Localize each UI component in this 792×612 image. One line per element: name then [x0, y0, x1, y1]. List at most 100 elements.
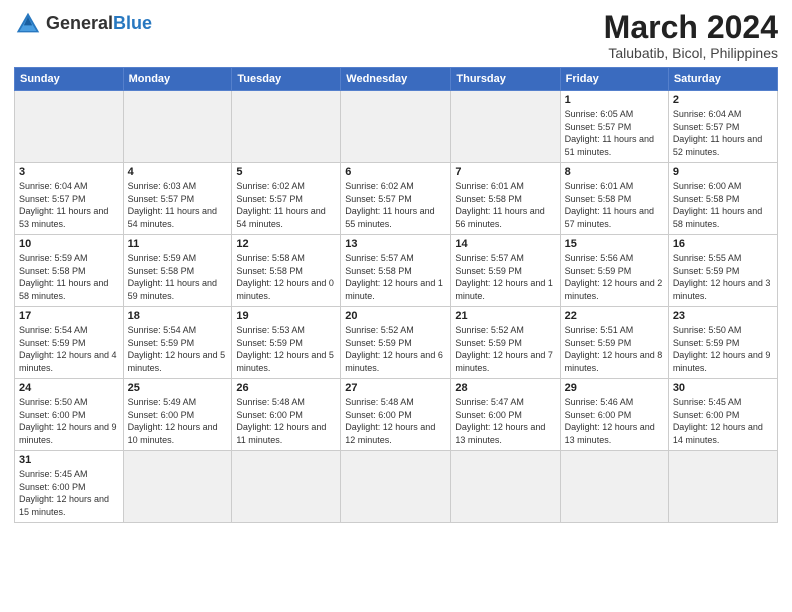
calendar-cell: 1 Sunrise: 6:05 AM Sunset: 5:57 PM Daylig…: [560, 91, 668, 163]
calendar-cell: 25Sunrise: 5:49 AM Sunset: 6:00 PM Dayli…: [123, 379, 232, 451]
title-block: March 2024 Talubatib, Bicol, Philippines: [604, 10, 778, 61]
day-info: Sunrise: 5:58 AM Sunset: 5:58 PM Dayligh…: [236, 252, 336, 302]
day-number: 28: [455, 382, 555, 394]
day-number: 31: [19, 454, 119, 466]
day-info: Sunrise: 5:51 AM Sunset: 5:59 PM Dayligh…: [565, 324, 664, 374]
day-info: Sunrise: 5:49 AM Sunset: 6:00 PM Dayligh…: [128, 396, 228, 446]
calendar-cell: 20 Sunrise: 5:52 AM Sunset: 5:59 PM Dayli…: [341, 307, 451, 379]
weekday-header-wednesday: Wednesday: [341, 68, 451, 91]
calendar-cell: 16Sunrise: 5:55 AM Sunset: 5:59 PM Dayli…: [668, 235, 777, 307]
day-info: Sunrise: 5:57 AM Sunset: 5:58 PM Dayligh…: [345, 252, 446, 302]
calendar-cell: 27Sunrise: 5:48 AM Sunset: 6:00 PM Dayli…: [341, 379, 451, 451]
day-number: 29: [565, 382, 664, 394]
day-number: 14: [455, 238, 555, 250]
day-info: Sunrise: 5:59 AM Sunset: 5:58 PM Dayligh…: [128, 252, 228, 302]
day-number: 12: [236, 238, 336, 250]
day-info: Sunrise: 5:54 AM Sunset: 5:59 PM Dayligh…: [128, 324, 228, 374]
calendar-table: SundayMondayTuesdayWednesdayThursdayFrid…: [14, 67, 778, 523]
weekday-header-tuesday: Tuesday: [232, 68, 341, 91]
day-info: Sunrise: 6:01 AM Sunset: 5:58 PM Dayligh…: [565, 180, 664, 230]
day-info: Sunrise: 5:52 AM Sunset: 5:59 PM Dayligh…: [345, 324, 446, 374]
day-info: Sunrise: 6:02 AM Sunset: 5:57 PM Dayligh…: [345, 180, 446, 230]
calendar-cell: 11 Sunrise: 5:59 AM Sunset: 5:58 PM Dayli…: [123, 235, 232, 307]
calendar-cell: 2 Sunrise: 6:04 AM Sunset: 5:57 PM Daylig…: [668, 91, 777, 163]
calendar-cell: [341, 91, 451, 163]
calendar-cell: 13 Sunrise: 5:57 AM Sunset: 5:58 PM Dayli…: [341, 235, 451, 307]
calendar-week-3: 10 Sunrise: 5:59 AM Sunset: 5:58 PM Dayli…: [15, 235, 778, 307]
day-info: Sunrise: 5:48 AM Sunset: 6:00 PM Dayligh…: [236, 396, 336, 446]
day-number: 6: [345, 166, 446, 178]
calendar-cell: 17Sunrise: 5:54 AM Sunset: 5:59 PM Dayli…: [15, 307, 124, 379]
calendar-cell: [123, 91, 232, 163]
calendar-cell: [560, 451, 668, 523]
calendar-cell: 10Sunrise: 5:59 AM Sunset: 5:58 PM Dayli…: [15, 235, 124, 307]
day-number: 23: [673, 310, 773, 322]
day-number: 3: [19, 166, 119, 178]
weekday-header-friday: Friday: [560, 68, 668, 91]
calendar-cell: 28Sunrise: 5:47 AM Sunset: 6:00 PM Dayli…: [451, 379, 560, 451]
day-number: 20: [345, 310, 446, 322]
calendar-cell: 3 Sunrise: 6:04 AM Sunset: 5:57 PM Daylig…: [15, 163, 124, 235]
logo-blue: Blue: [113, 13, 152, 33]
day-info: Sunrise: 5:55 AM Sunset: 5:59 PM Dayligh…: [673, 252, 773, 302]
day-info: Sunrise: 5:50 AM Sunset: 5:59 PM Dayligh…: [673, 324, 773, 374]
day-number: 4: [128, 166, 228, 178]
day-number: 10: [19, 238, 119, 250]
header: GeneralBlue March 2024 Talubatib, Bicol,…: [14, 10, 778, 61]
day-number: 30: [673, 382, 773, 394]
day-info: Sunrise: 5:46 AM Sunset: 6:00 PM Dayligh…: [565, 396, 664, 446]
calendar-week-6: 31 Sunrise: 5:45 AM Sunset: 6:00 PM Dayli…: [15, 451, 778, 523]
calendar-cell: [232, 451, 341, 523]
calendar-cell: 22 Sunrise: 5:51 AM Sunset: 5:59 PM Dayli…: [560, 307, 668, 379]
day-number: 26: [236, 382, 336, 394]
calendar-cell: 15Sunrise: 5:56 AM Sunset: 5:59 PM Dayli…: [560, 235, 668, 307]
day-info: Sunrise: 6:04 AM Sunset: 5:57 PM Dayligh…: [673, 108, 773, 158]
day-number: 22: [565, 310, 664, 322]
calendar-cell: [668, 451, 777, 523]
calendar-cell: [232, 91, 341, 163]
calendar-week-4: 17 Sunrise: 5:54 AM Sunset: 5:59 PM Dayli…: [15, 307, 778, 379]
weekday-header-thursday: Thursday: [451, 68, 560, 91]
calendar-cell: 24 Sunrise: 5:50 AM Sunset: 6:00 PM Dayli…: [15, 379, 124, 451]
day-info: Sunrise: 6:05 AM Sunset: 5:57 PM Dayligh…: [565, 108, 664, 158]
calendar-cell: 30Sunrise: 5:45 AM Sunset: 6:00 PM Dayli…: [668, 379, 777, 451]
calendar-cell: 6 Sunrise: 6:02 AM Sunset: 5:57 PM Daylig…: [341, 163, 451, 235]
calendar-week-5: 24 Sunrise: 5:50 AM Sunset: 6:00 PM Dayli…: [15, 379, 778, 451]
calendar-cell: 5Sunrise: 6:02 AM Sunset: 5:57 PM Daylig…: [232, 163, 341, 235]
day-number: 21: [455, 310, 555, 322]
day-number: 13: [345, 238, 446, 250]
logo: GeneralBlue: [14, 10, 152, 38]
calendar-cell: 4 Sunrise: 6:03 AM Sunset: 5:57 PM Daylig…: [123, 163, 232, 235]
day-info: Sunrise: 5:45 AM Sunset: 6:00 PM Dayligh…: [19, 468, 119, 518]
day-number: 24: [19, 382, 119, 394]
day-info: Sunrise: 6:03 AM Sunset: 5:57 PM Dayligh…: [128, 180, 228, 230]
day-number: 8: [565, 166, 664, 178]
day-info: Sunrise: 5:50 AM Sunset: 6:00 PM Dayligh…: [19, 396, 119, 446]
day-number: 1: [565, 94, 664, 106]
calendar-cell: 8 Sunrise: 6:01 AM Sunset: 5:58 PM Daylig…: [560, 163, 668, 235]
logo-icon: [14, 10, 42, 38]
calendar-cell: 14 Sunrise: 5:57 AM Sunset: 5:59 PM Dayli…: [451, 235, 560, 307]
day-info: Sunrise: 6:04 AM Sunset: 5:57 PM Dayligh…: [19, 180, 119, 230]
day-info: Sunrise: 5:56 AM Sunset: 5:59 PM Dayligh…: [565, 252, 664, 302]
calendar-cell: 26 Sunrise: 5:48 AM Sunset: 6:00 PM Dayli…: [232, 379, 341, 451]
month-year-title: March 2024: [604, 10, 778, 45]
calendar-cell: 18 Sunrise: 5:54 AM Sunset: 5:59 PM Dayli…: [123, 307, 232, 379]
calendar-cell: 31 Sunrise: 5:45 AM Sunset: 6:00 PM Dayli…: [15, 451, 124, 523]
calendar-cell: [451, 91, 560, 163]
day-number: 11: [128, 238, 228, 250]
calendar-week-1: 1 Sunrise: 6:05 AM Sunset: 5:57 PM Daylig…: [15, 91, 778, 163]
calendar-cell: [341, 451, 451, 523]
day-info: Sunrise: 5:57 AM Sunset: 5:59 PM Dayligh…: [455, 252, 555, 302]
day-number: 18: [128, 310, 228, 322]
day-info: Sunrise: 6:00 AM Sunset: 5:58 PM Dayligh…: [673, 180, 773, 230]
calendar-page: GeneralBlue March 2024 Talubatib, Bicol,…: [0, 0, 792, 612]
calendar-cell: [123, 451, 232, 523]
calendar-cell: 19Sunrise: 5:53 AM Sunset: 5:59 PM Dayli…: [232, 307, 341, 379]
day-number: 5: [236, 166, 336, 178]
day-info: Sunrise: 5:53 AM Sunset: 5:59 PM Dayligh…: [236, 324, 336, 374]
day-number: 2: [673, 94, 773, 106]
calendar-cell: 29 Sunrise: 5:46 AM Sunset: 6:00 PM Dayli…: [560, 379, 668, 451]
day-number: 17: [19, 310, 119, 322]
calendar-cell: 21Sunrise: 5:52 AM Sunset: 5:59 PM Dayli…: [451, 307, 560, 379]
